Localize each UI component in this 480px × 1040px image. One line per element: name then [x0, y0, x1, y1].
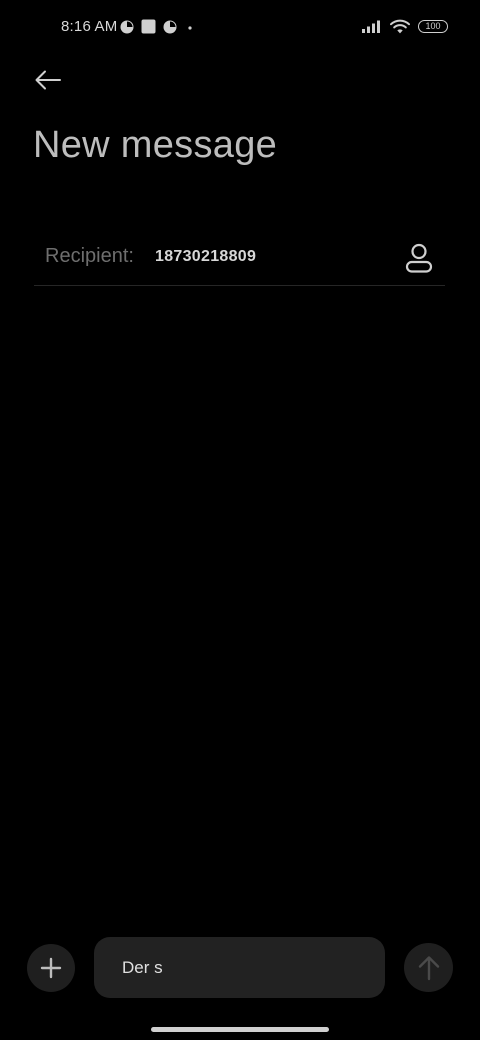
- send-button[interactable]: [404, 943, 453, 992]
- message-text: Der s: [122, 957, 163, 977]
- message-input[interactable]: Der s: [94, 937, 385, 998]
- signal-icon: [362, 20, 380, 33]
- square-notification-icon: [141, 19, 156, 34]
- wifi-icon: [390, 19, 410, 34]
- recipient-field[interactable]: Recipient: 18730218809: [34, 230, 445, 286]
- recipient-value[interactable]: 18730218809: [155, 248, 256, 266]
- add-attachment-button[interactable]: [27, 944, 75, 992]
- status-system-icons: 100: [362, 19, 448, 34]
- pie-clock-icon: [120, 20, 134, 33]
- home-indicator[interactable]: [151, 1027, 329, 1032]
- dot-icon: [188, 25, 192, 30]
- arrow-up-icon: [418, 955, 439, 980]
- status-time: 8:16 AM: [61, 18, 118, 35]
- page-title: New message: [33, 124, 278, 166]
- battery-icon: 100: [418, 20, 448, 33]
- recipient-label: Recipient:: [45, 245, 134, 267]
- plus-icon: [40, 957, 62, 979]
- status-notification-icons: [120, 19, 196, 34]
- person-icon: [405, 243, 433, 273]
- status-bar: 8:16 AM 100: [0, 0, 480, 56]
- arrow-left-icon: [35, 70, 61, 90]
- select-contact-button[interactable]: [399, 238, 439, 278]
- battery-level: 100: [425, 21, 441, 31]
- back-button[interactable]: [28, 62, 68, 98]
- pie-clock-icon: [163, 20, 177, 33]
